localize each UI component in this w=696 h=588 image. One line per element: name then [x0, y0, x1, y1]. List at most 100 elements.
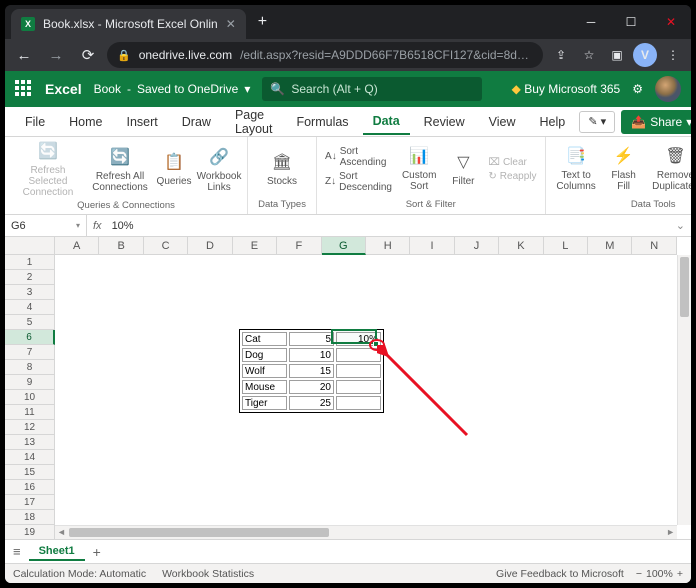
cell[interactable]: 15 — [289, 364, 334, 378]
column-header[interactable]: J — [455, 237, 499, 255]
row-header[interactable]: 18 — [5, 510, 55, 525]
column-header[interactable]: D — [188, 237, 232, 255]
cell[interactable]: Cat — [242, 332, 287, 346]
row-header[interactable]: 12 — [5, 420, 55, 435]
row-header[interactable]: 13 — [5, 435, 55, 450]
expand-formula-icon[interactable]: ⌄ — [670, 219, 691, 232]
zoom-level[interactable]: 100% — [646, 568, 673, 580]
column-header[interactable]: G — [322, 237, 366, 255]
add-sheet-button[interactable]: + — [93, 544, 101, 560]
minimize-icon[interactable]: ─ — [571, 15, 611, 29]
row-header[interactable]: 1 — [5, 255, 55, 270]
cell[interactable] — [336, 364, 381, 378]
cell[interactable]: 10 — [289, 348, 334, 362]
cell[interactable]: Mouse — [242, 380, 287, 394]
zoom-out-button[interactable]: − — [636, 568, 642, 580]
custom-sort-button[interactable]: 📊Custom Sort — [398, 144, 440, 194]
user-avatar[interactable] — [655, 76, 681, 102]
queries-button[interactable]: 📋Queries — [155, 150, 193, 189]
cell[interactable] — [336, 380, 381, 394]
ribbon-tab-view[interactable]: View — [479, 110, 526, 134]
ribbon-tab-formulas[interactable]: Formulas — [286, 110, 358, 134]
feedback-link[interactable]: Give Feedback to Microsoft — [496, 568, 624, 580]
sort-desc-button[interactable]: Z↓Sort Descending — [323, 170, 394, 194]
search-input[interactable]: 🔍 Search (Alt + Q) — [262, 77, 482, 101]
column-header[interactable]: H — [366, 237, 410, 255]
column-header[interactable]: B — [99, 237, 143, 255]
scroll-right-icon[interactable]: ► — [666, 527, 675, 537]
url-bar[interactable]: 🔒 onedrive.live.com/edit.aspx?resid=A9DD… — [107, 42, 543, 68]
workbook-stats-label[interactable]: Workbook Statistics — [162, 568, 254, 580]
cell[interactable]: 20 — [289, 380, 334, 394]
calc-mode-label[interactable]: Calculation Mode: Automatic — [13, 568, 146, 580]
column-header[interactable]: K — [499, 237, 543, 255]
scrollbar-thumb[interactable] — [680, 257, 689, 317]
sheet-tab[interactable]: Sheet1 — [29, 543, 85, 561]
close-tab-icon[interactable]: ✕ — [226, 17, 236, 31]
formula-input[interactable]: 10% — [108, 220, 138, 232]
scrollbar-thumb[interactable] — [69, 528, 329, 537]
column-header[interactable]: A — [55, 237, 99, 255]
row-header[interactable]: 6 — [5, 330, 55, 345]
filter-button[interactable]: ▽Filter — [444, 150, 482, 189]
row-header[interactable]: 15 — [5, 465, 55, 480]
cell[interactable]: Dog — [242, 348, 287, 362]
row-header[interactable]: 8 — [5, 360, 55, 375]
column-header[interactable]: M — [588, 237, 632, 255]
cell[interactable] — [336, 396, 381, 410]
column-header[interactable]: L — [544, 237, 588, 255]
cell[interactable]: Tiger — [242, 396, 287, 410]
menu-icon[interactable]: ⋮ — [661, 43, 685, 67]
row-header[interactable]: 2 — [5, 270, 55, 285]
new-tab-button[interactable]: + — [258, 13, 267, 31]
extension-icon[interactable]: ▣ — [605, 43, 629, 67]
ribbon-tab-help[interactable]: Help — [530, 110, 576, 134]
cell[interactable]: 5 — [289, 332, 334, 346]
reload-icon[interactable]: ⟳ — [75, 42, 101, 68]
all-sheets-icon[interactable]: ≡ — [13, 544, 21, 559]
share-button[interactable]: 📤 Share ▾ — [621, 110, 691, 134]
row-header[interactable]: 10 — [5, 390, 55, 405]
ribbon-tab-file[interactable]: File — [15, 110, 55, 134]
row-header[interactable]: 4 — [5, 300, 55, 315]
column-header[interactable]: E — [233, 237, 277, 255]
browser-tab[interactable]: X Book.xlsx - Microsoft Excel Onlin ✕ — [11, 9, 246, 39]
column-header[interactable]: C — [144, 237, 188, 255]
ribbon-tab-data[interactable]: Data — [363, 109, 410, 135]
bookmark-icon[interactable]: ☆ — [577, 43, 601, 67]
ribbon-tab-insert[interactable]: Insert — [117, 110, 168, 134]
row-header[interactable]: 17 — [5, 495, 55, 510]
text-to-columns-button[interactable]: 📑Text to Columns — [552, 144, 601, 194]
back-icon[interactable]: ← — [11, 42, 37, 68]
row-header[interactable]: 7 — [5, 345, 55, 360]
cell[interactable]: 25 — [289, 396, 334, 410]
remove-duplicates-button[interactable]: 🗑Remove Duplicates — [647, 144, 691, 194]
ribbon-tab-page-layout[interactable]: Page Layout — [225, 103, 283, 141]
row-header[interactable]: 14 — [5, 450, 55, 465]
ribbon-tab-review[interactable]: Review — [414, 110, 475, 134]
scroll-left-icon[interactable]: ◄ — [57, 527, 66, 537]
row-header[interactable]: 16 — [5, 480, 55, 495]
ribbon-tab-draw[interactable]: Draw — [172, 110, 221, 134]
horizontal-scrollbar[interactable]: ◄► — [55, 525, 677, 539]
column-header[interactable]: I — [410, 237, 454, 255]
vertical-scrollbar[interactable] — [677, 255, 691, 525]
share-icon[interactable]: ⇪ — [549, 43, 573, 67]
buy-link[interactable]: ◆ Buy Microsoft 365 — [512, 82, 621, 96]
refresh-all-button[interactable]: 🔄Refresh All Connections — [89, 145, 151, 195]
row-header[interactable]: 3 — [5, 285, 55, 300]
column-header[interactable]: F — [277, 237, 321, 255]
zoom-in-button[interactable]: + — [677, 568, 683, 580]
cell[interactable]: Wolf — [242, 364, 287, 378]
row-header[interactable]: 19 — [5, 525, 55, 539]
stocks-button[interactable]: 🏛Stocks — [254, 150, 310, 189]
column-header[interactable]: N — [632, 237, 676, 255]
row-header[interactable]: 11 — [5, 405, 55, 420]
ribbon-tab-home[interactable]: Home — [59, 110, 112, 134]
workbook-links-button[interactable]: 🔗Workbook Links — [197, 145, 241, 195]
fx-label[interactable]: fx — [87, 220, 108, 232]
name-box[interactable]: G6▾ — [5, 215, 87, 236]
sort-asc-button[interactable]: A↓Sort Ascending — [323, 145, 394, 169]
close-window-icon[interactable]: ✕ — [651, 15, 691, 29]
doc-title[interactable]: Book - Saved to OneDrive ▾ — [94, 82, 251, 96]
